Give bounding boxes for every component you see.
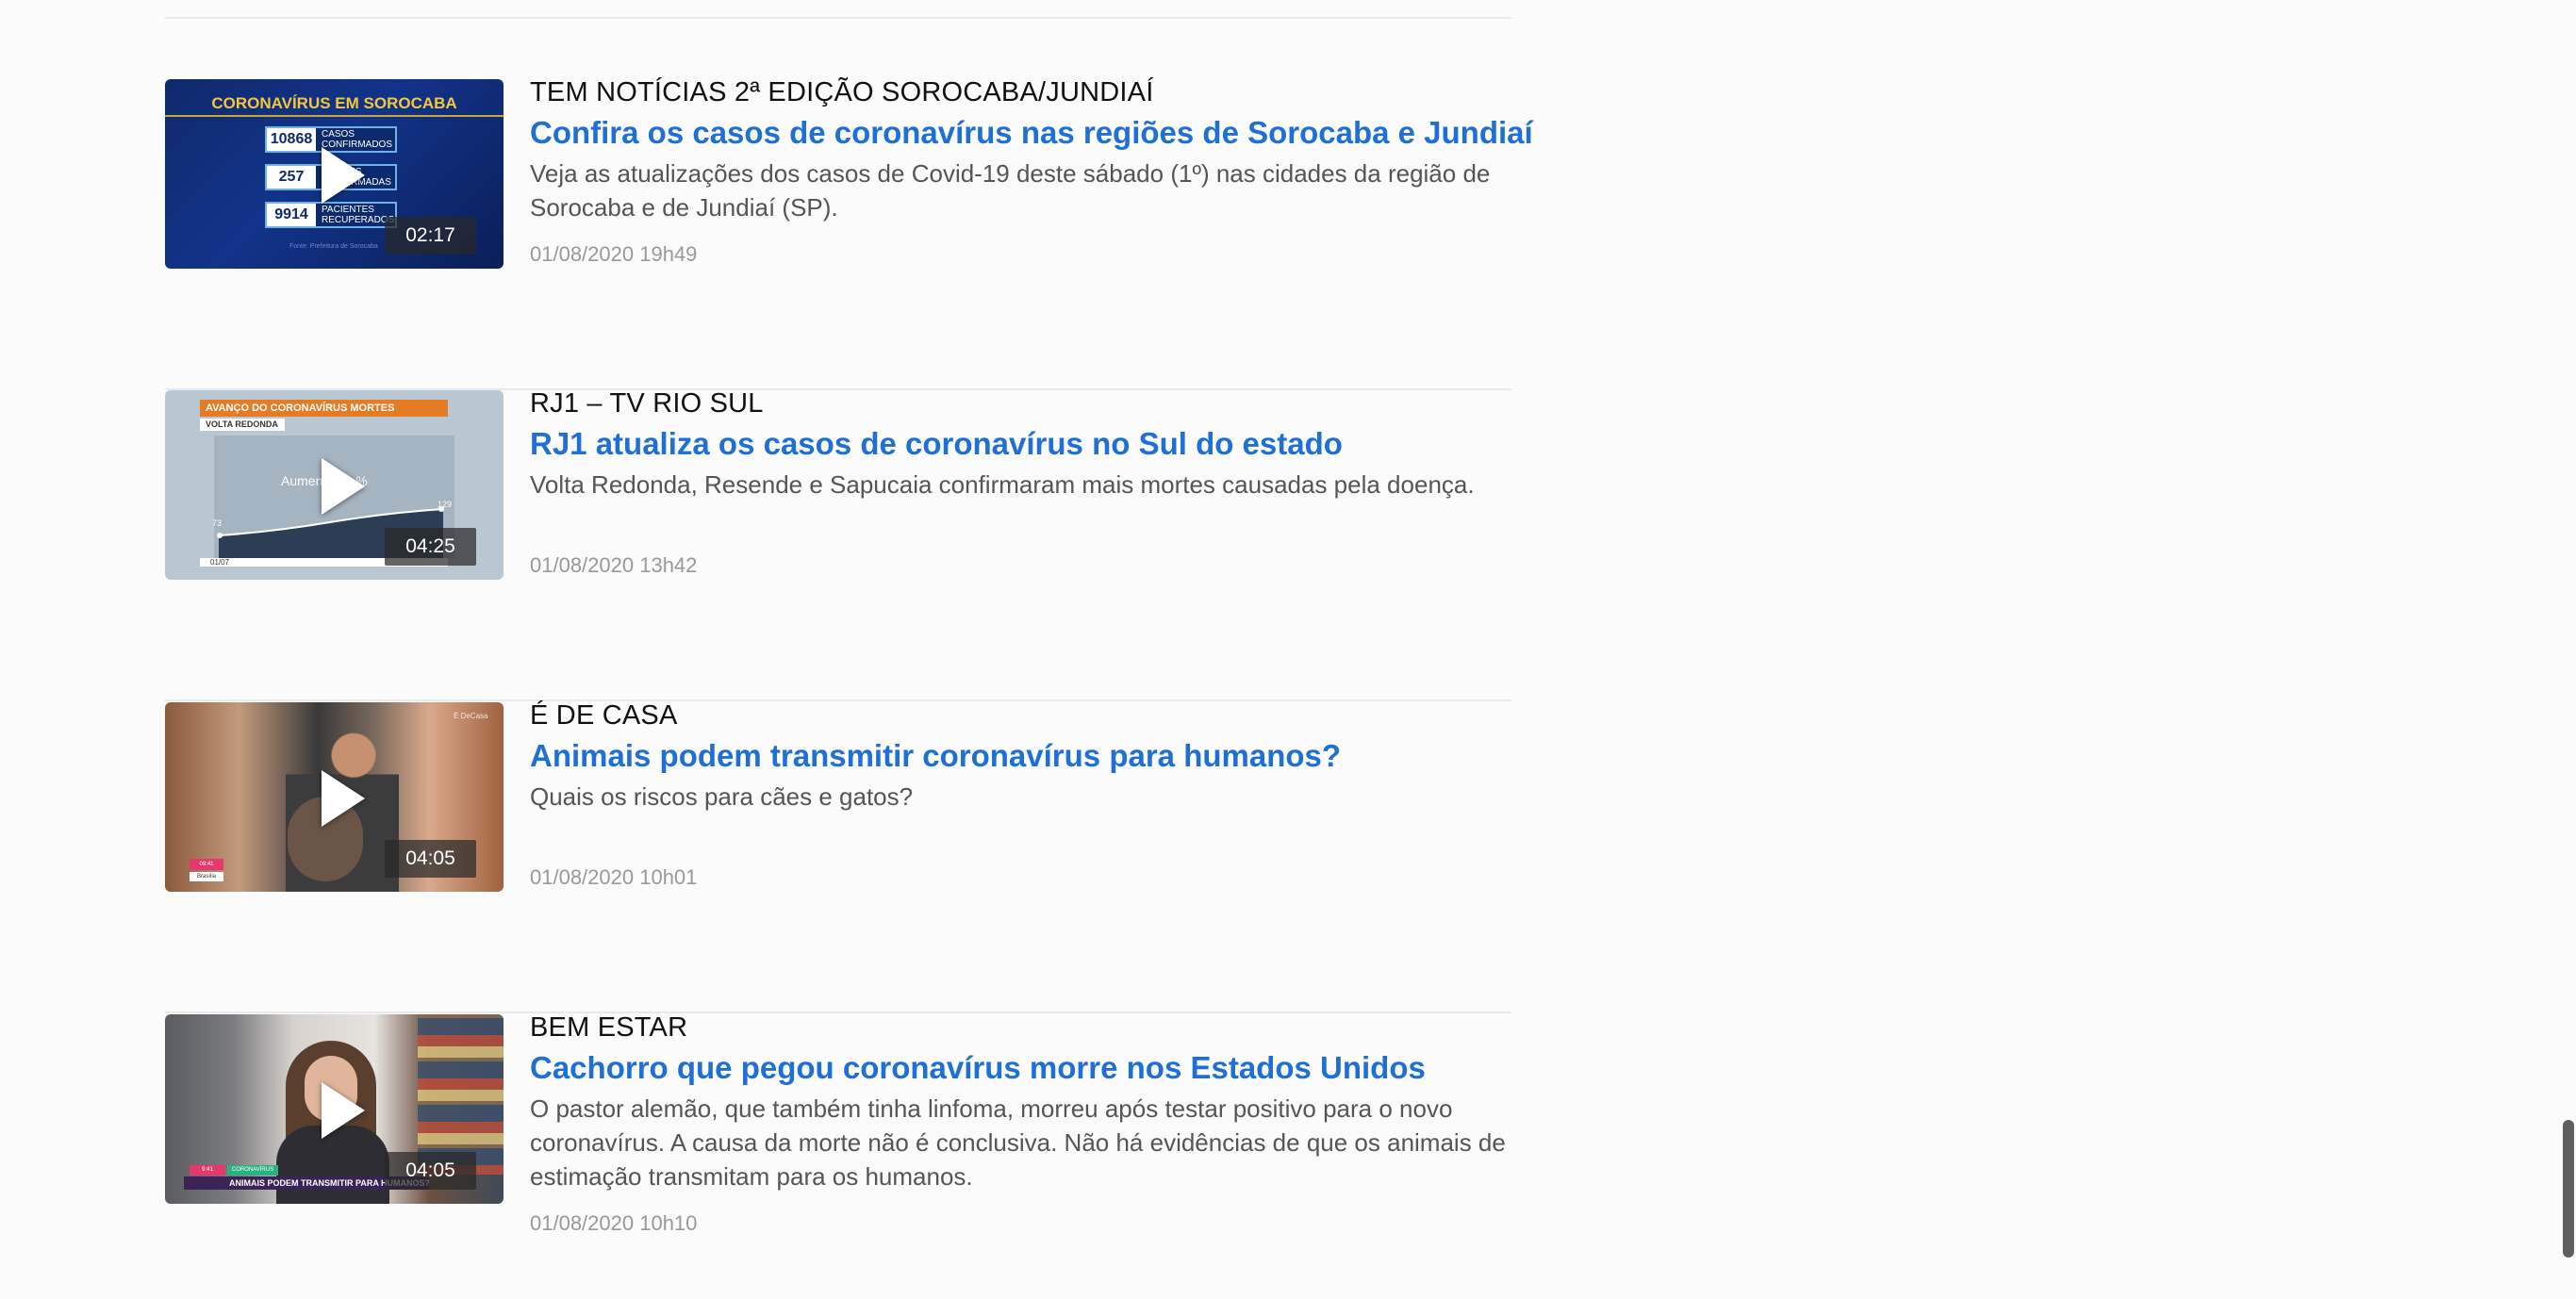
publish-date: 01/08/2020 10h01: [530, 865, 698, 889]
item-text: BEM ESTAR Cachorro que pegou coronavírus…: [530, 1009, 1515, 1193]
chart-end-value: 129: [438, 500, 453, 509]
summary: O pastor alemão, que também tinha linfom…: [530, 1094, 1506, 1191]
section-label: TEM NOTÍCIAS 2ª EDIÇÃO SOROCABA/JUNDIAÍ: [530, 77, 1154, 107]
headline-link[interactable]: Animais podem transmitir coronavírus par…: [530, 734, 1515, 778]
section-label: BEM ESTAR: [530, 1012, 688, 1043]
summary: Veja as atualizações dos casos de Covid-…: [530, 159, 1491, 222]
thumbnail-tag-label: CORONAVÍRUS: [227, 1165, 278, 1176]
divider: [165, 17, 1511, 19]
video-duration: 04:25: [385, 528, 476, 566]
publish-date: 01/08/2020 19h49: [530, 242, 698, 266]
video-thumbnail[interactable]: AVANÇO DO CORONAVÍRUS MORTES VOLTA REDON…: [165, 390, 504, 580]
publish-date: 01/08/2020 10h10: [530, 1211, 698, 1235]
thumbnail-source: Fonte: Prefeitura de Sorocaba: [289, 243, 378, 250]
feed-item: 9:41 CORONAVÍRUS ANIMAIS PODEM TRANSMITI…: [165, 1012, 1511, 1297]
thumbnail-title: CORONAVÍRUS EM SOROCABA: [211, 94, 457, 112]
thumbnail-tag-label: Brasília: [190, 872, 223, 881]
thumbnail-banner: AVANÇO DO CORONAVÍRUS MORTES: [200, 400, 448, 417]
section-label: RJ1 – TV RIO SUL: [530, 388, 764, 419]
feed-item: CORONAVÍRUS EM SOROCABA 10868 CASOS CONF…: [165, 77, 1533, 390]
play-icon[interactable]: [322, 1082, 365, 1139]
play-icon[interactable]: [322, 770, 365, 827]
headline-link[interactable]: Cachorro que pegou coronavírus morre nos…: [530, 1046, 1515, 1090]
item-text: RJ1 – TV RIO SUL RJ1 atualiza os casos d…: [530, 385, 1515, 502]
item-text: É DE CASA Animais podem transmitir coron…: [530, 697, 1515, 814]
play-icon[interactable]: [322, 458, 365, 515]
video-thumbnail[interactable]: CORONAVÍRUS EM SOROCABA 10868 CASOS CONF…: [165, 79, 504, 269]
video-thumbnail[interactable]: É DeCasa 09:41 Brasília 04:05: [165, 702, 504, 892]
stat-box: 9914 PACIENTES RECUPERADOS: [265, 202, 397, 228]
headline-link[interactable]: RJ1 atualiza os casos de coronavírus no …: [530, 422, 1515, 466]
chart-start-value: 73: [212, 518, 223, 528]
feed-item: É DeCasa 09:41 Brasília 04:05 É DE CASA …: [165, 700, 1511, 1013]
publish-date: 01/08/2020 13h42: [530, 553, 698, 577]
scrollbar-thumb[interactable]: [2563, 1120, 2574, 1258]
video-duration: 02:17: [385, 217, 476, 255]
section-label: É DE CASA: [530, 700, 678, 731]
thumbnail-watermark: É DeCasa: [454, 712, 488, 720]
thumbnail-tag-time: 9:41: [190, 1165, 225, 1176]
stat-value: 9914: [267, 204, 316, 226]
stat-label: PACIENTES RECUPERADOS: [322, 205, 395, 225]
headline-link[interactable]: Confira os casos de coronavírus nas regi…: [530, 111, 1533, 155]
stat-value: 257: [267, 166, 316, 189]
summary: Volta Redonda, Resende e Sapucaia confir…: [530, 470, 1475, 499]
play-icon[interactable]: [322, 147, 365, 204]
thumbnail-tag-time: 09:41: [190, 859, 223, 870]
feed-item: AVANÇO DO CORONAVÍRUS MORTES VOLTA REDON…: [165, 388, 1511, 701]
thumbnail-city: VOLTA REDONDA: [200, 419, 285, 431]
video-duration: 04:05: [385, 1152, 476, 1190]
video-thumbnail[interactable]: 9:41 CORONAVÍRUS ANIMAIS PODEM TRANSMITI…: [165, 1014, 504, 1204]
item-text: TEM NOTÍCIAS 2ª EDIÇÃO SOROCABA/JUNDIAÍ …: [530, 74, 1533, 224]
summary: Quais os riscos para cães e gatos?: [530, 782, 914, 811]
chart-axis-label: 01/07: [210, 558, 230, 567]
scrollbar-track[interactable]: [2557, 0, 2576, 1299]
stat-value: 10868: [267, 128, 316, 151]
video-duration: 04:05: [385, 840, 476, 878]
